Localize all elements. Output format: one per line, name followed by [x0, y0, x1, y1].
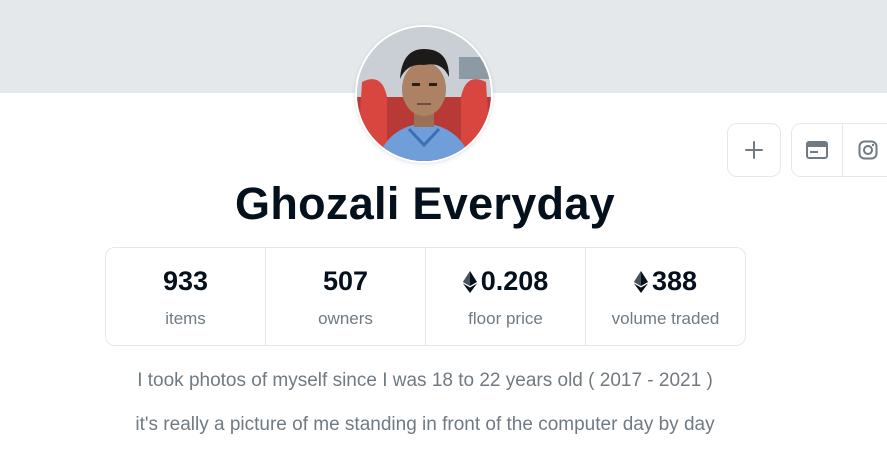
stat-value: 388	[633, 265, 698, 299]
instagram-icon	[858, 140, 877, 160]
collection-title: Ghozali Everyday	[235, 178, 615, 229]
stat-value-text: 0.208	[480, 266, 549, 296]
collection-avatar[interactable]	[355, 25, 493, 163]
collection-description-line: it's really a picture of me standing in …	[135, 414, 715, 435]
collection-stats: 933 items 507 owners 0.208 floor price 3…	[105, 247, 746, 346]
collection-actions	[727, 123, 887, 177]
stat-floor-price[interactable]: 0.208 floor price	[426, 248, 586, 345]
stat-value: 0.208	[462, 265, 549, 299]
stat-value-text: 933	[162, 266, 209, 296]
stat-value-text: 507	[322, 266, 369, 296]
plus-icon	[745, 141, 763, 159]
stat-value-text: 388	[651, 266, 698, 296]
website-link-button[interactable]	[792, 124, 842, 176]
add-button[interactable]	[727, 123, 781, 177]
stat-volume-traded[interactable]: 388 volume traded	[586, 248, 745, 345]
browser-window-icon	[806, 141, 828, 159]
stat-label: volume traded	[611, 308, 720, 328]
ethereum-icon	[633, 270, 648, 293]
social-links-group	[791, 123, 887, 177]
stat-value: 507	[323, 265, 368, 299]
stat-label: items	[165, 308, 206, 328]
stat-owners[interactable]: 507 owners	[266, 248, 426, 345]
stat-label: floor price	[468, 308, 543, 328]
instagram-link-button[interactable]	[842, 124, 887, 176]
ethereum-icon	[462, 270, 477, 293]
stat-items[interactable]: 933 items	[106, 248, 266, 345]
stat-value: 933	[163, 265, 208, 299]
collection-description-line: I took photos of myself since I was 18 t…	[137, 370, 713, 391]
collection-page: Ghozali Everyday 933 items 507 owners 0.…	[0, 0, 887, 460]
stat-label: owners	[318, 308, 373, 328]
avatar-photo	[357, 27, 491, 161]
